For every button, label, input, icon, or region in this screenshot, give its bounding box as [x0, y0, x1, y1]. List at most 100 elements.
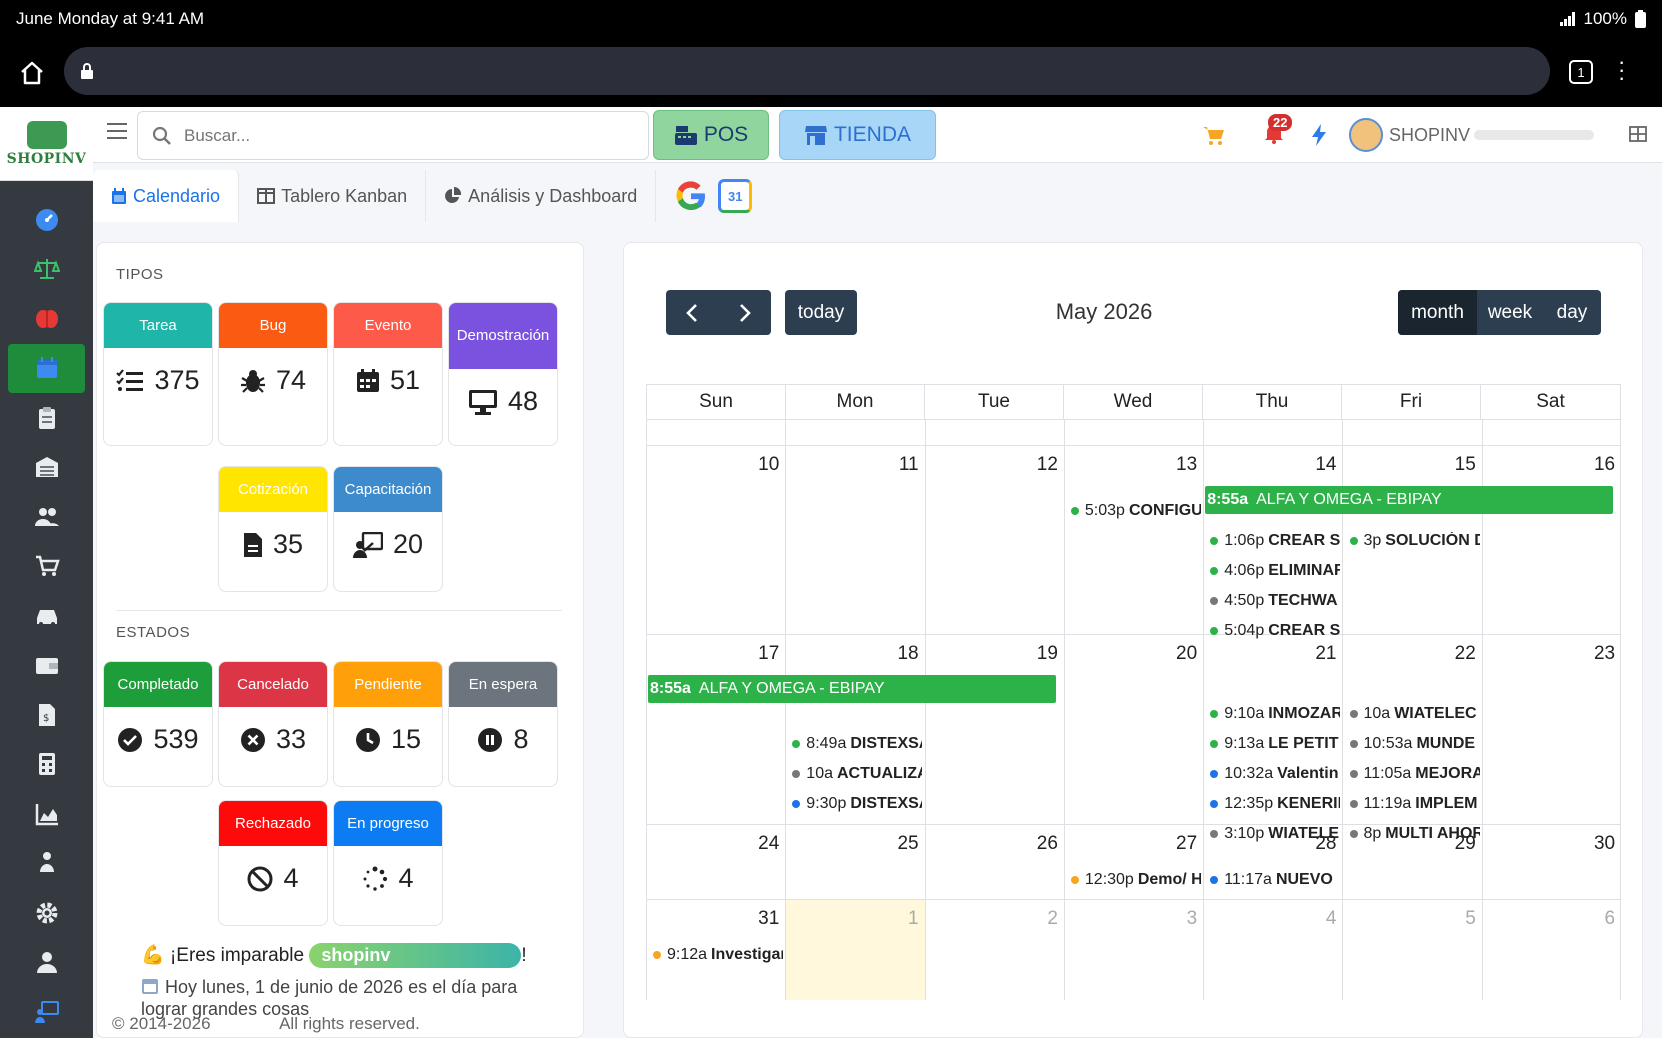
status-card-pendiente[interactable]: Pendiente 15 [333, 661, 443, 787]
calendar-event[interactable]: 1:06p CREAR SI [1210, 532, 1340, 550]
calendar-event[interactable]: 9:30pDISTEXSA [792, 795, 922, 813]
today-button[interactable]: today [785, 290, 857, 335]
next-month-button[interactable] [719, 290, 772, 335]
day-number[interactable]: 29 [1455, 833, 1476, 855]
sidebar-item-vehicles[interactable] [0, 591, 93, 641]
home-icon[interactable] [0, 60, 64, 86]
calendar-event[interactable]: 10:32a Valentin [1210, 765, 1340, 783]
browser-menu-icon[interactable]: · · · [1618, 51, 1625, 89]
bolt-icon[interactable] [1311, 124, 1327, 146]
day-number[interactable]: 21 [1315, 643, 1336, 665]
day-cell[interactable]: 2 [926, 900, 1065, 1000]
google-calendar-icon[interactable]: 31 [718, 179, 753, 213]
day-cell[interactable] [926, 420, 1065, 445]
view-day-button[interactable]: day [1543, 290, 1601, 335]
sidebar-item-reports[interactable] [0, 789, 93, 839]
day-number[interactable]: 4 [1326, 908, 1337, 930]
day-number[interactable]: 26 [1037, 833, 1058, 855]
type-card-tarea[interactable]: Tarea 375 [103, 302, 213, 446]
day-cell[interactable]: 20 [1065, 635, 1205, 824]
day-cell[interactable]: 3 [1065, 900, 1205, 1000]
sidebar-item-calculator[interactable] [0, 740, 93, 790]
day-cell[interactable]: 19 [926, 635, 1065, 824]
logo[interactable]: SHOPINV [0, 107, 93, 181]
calendar-event[interactable]: 8:49aDISTEXSA [792, 735, 922, 753]
day-number[interactable]: 12 [1037, 454, 1058, 476]
day-number[interactable]: 20 [1176, 643, 1197, 665]
status-card-en-espera[interactable]: En espera 8 [448, 661, 558, 787]
status-card-completado[interactable]: Completado 539 [103, 661, 213, 787]
day-cell[interactable]: 1 [786, 900, 926, 1000]
menu-toggle-icon[interactable] [107, 123, 127, 141]
calendar-event[interactable]: 10a ACTUALIZA [792, 765, 922, 783]
day-number[interactable]: 27 [1176, 833, 1197, 855]
calendar-event[interactable]: 3p SOLUCIÓN D [1349, 532, 1480, 550]
sidebar-item-cart-add[interactable] [0, 542, 93, 592]
day-number[interactable]: 3 [1187, 908, 1198, 930]
type-card-demostracion[interactable]: Demostración 48 [448, 302, 558, 446]
day-cell[interactable] [1204, 420, 1344, 445]
day-cell[interactable] [786, 420, 926, 445]
sidebar-item-brain[interactable] [0, 294, 93, 344]
day-number[interactable]: 1 [908, 908, 919, 930]
day-number[interactable]: 14 [1315, 454, 1336, 476]
calendar-event[interactable]: 12:35p KENERII [1210, 795, 1340, 813]
sidebar-item-dashboard[interactable] [0, 195, 93, 245]
day-number[interactable]: 6 [1605, 908, 1616, 930]
tab-calendario[interactable]: Calendario [93, 170, 240, 222]
day-cell[interactable] [1065, 420, 1205, 445]
day-cell[interactable]: 16 [1483, 446, 1620, 634]
calendar-event[interactable]: 9:13a LE PETIT [1210, 735, 1340, 753]
day-cell[interactable]: 10 [647, 446, 787, 634]
pos-button[interactable]: POS [653, 110, 769, 160]
calendar-event[interactable]: 10:53a MUNDE [1349, 735, 1480, 753]
day-cell[interactable] [1344, 420, 1483, 445]
day-number[interactable]: 28 [1315, 833, 1336, 855]
calendar-event[interactable]: 10a WIATELEC [1349, 705, 1480, 723]
tienda-button[interactable]: TIENDA [779, 110, 936, 160]
cart-icon[interactable] [1203, 125, 1225, 145]
prev-month-button[interactable] [666, 290, 719, 335]
view-month-button[interactable]: month [1398, 290, 1477, 335]
day-cell[interactable]: 4 [1204, 900, 1344, 1000]
calendar-event[interactable]: 9:12a Investigar [653, 946, 783, 964]
type-card-bug[interactable]: Bug 74 [218, 302, 328, 446]
sidebar-item-hierarchy[interactable] [0, 839, 93, 889]
type-card-evento[interactable]: Evento 51 [333, 302, 443, 446]
sidebar-item-warehouse[interactable] [0, 443, 93, 493]
day-number[interactable]: 19 [1037, 643, 1058, 665]
status-card-rechazado[interactable]: Rechazado 4 [218, 800, 328, 926]
sidebar-item-wallet[interactable] [0, 641, 93, 691]
day-cell[interactable] [647, 420, 787, 445]
day-number[interactable]: 16 [1594, 454, 1615, 476]
day-number[interactable]: 15 [1455, 454, 1476, 476]
day-cell[interactable]: 11 [786, 446, 926, 634]
day-cell[interactable]: 17 [647, 635, 787, 824]
search-input[interactable] [184, 125, 604, 146]
notifications-button[interactable]: 22 [1263, 113, 1293, 149]
calendar-event[interactable]: 11:17a NUEVO [1210, 871, 1340, 889]
day-number[interactable]: 24 [758, 833, 779, 855]
day-cell[interactable]: 23 [1483, 635, 1620, 824]
day-number[interactable]: 23 [1594, 643, 1615, 665]
status-card-en-progreso[interactable]: En progreso 4 [333, 800, 443, 926]
day-number[interactable]: 31 [758, 908, 779, 930]
day-number[interactable]: 13 [1176, 454, 1197, 476]
day-cell[interactable]: 13 [1065, 446, 1205, 634]
multi-day-event[interactable]: 8:55a ALFA Y OMEGA - EBIPAY [1205, 486, 1614, 514]
multi-day-event[interactable]: 8:55a ALFA Y OMEGA - EBIPAY [648, 675, 1056, 703]
calendar-event[interactable]: 4:50p TECHWA [1210, 592, 1340, 610]
day-number[interactable]: 11 [899, 454, 919, 476]
day-cell[interactable]: 26 [926, 825, 1065, 899]
calendar-event[interactable]: 11:05a MEJORA [1349, 765, 1480, 783]
day-number[interactable]: 17 [758, 643, 779, 665]
day-cell[interactable]: 30 [1483, 825, 1620, 899]
url-bar[interactable] [64, 47, 1550, 95]
sidebar-item-training[interactable] [0, 987, 93, 1037]
google-icon[interactable] [674, 179, 708, 213]
day-cell[interactable]: 29 [1344, 825, 1483, 899]
search-box[interactable] [137, 111, 649, 160]
calendar-event[interactable]: 12:30p Demo/ H [1070, 871, 1201, 889]
day-cell[interactable]: 12 [926, 446, 1065, 634]
sidebar-item-users[interactable] [0, 492, 93, 542]
